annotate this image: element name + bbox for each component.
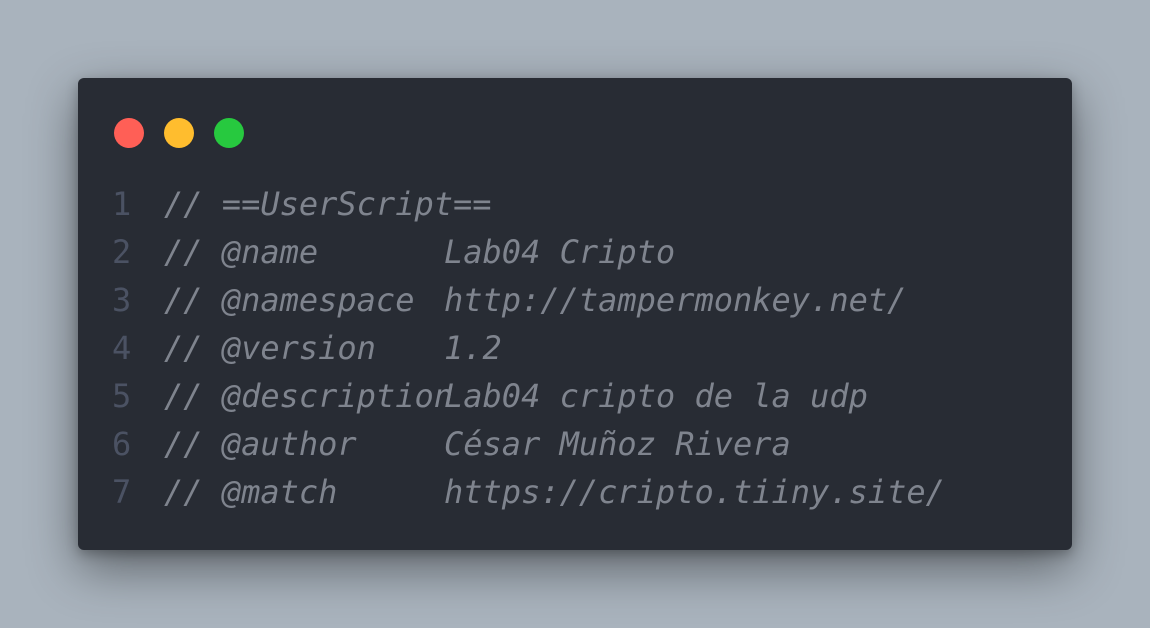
code-key: // @name bbox=[164, 233, 319, 271]
code-value: https://cripto.tiiny.site/ bbox=[444, 473, 945, 511]
code-value: http://tampermonkey.net/ bbox=[444, 281, 907, 319]
code-value: 1.2 bbox=[444, 329, 502, 367]
code-line: 6 // @author César Muñoz Rivera bbox=[112, 420, 945, 468]
minimize-button[interactable] bbox=[164, 118, 194, 148]
code-key: // @namespace bbox=[164, 281, 415, 319]
window-controls bbox=[114, 118, 244, 148]
code-key: // @description bbox=[164, 377, 453, 415]
code-value: Lab04 cripto de la udp bbox=[444, 377, 868, 415]
line-number: 4 bbox=[112, 329, 132, 367]
code-window: 1 // ==UserScript== 2 // @name Lab04 Cri… bbox=[78, 78, 1072, 550]
maximize-button[interactable] bbox=[214, 118, 244, 148]
code-value: Lab04 Cripto bbox=[444, 233, 676, 271]
code-key: // @author bbox=[164, 425, 357, 463]
line-number: 3 bbox=[112, 281, 132, 319]
line-number: 6 bbox=[112, 425, 132, 463]
code-key: // @match bbox=[164, 473, 338, 511]
code-line: 4 // @version 1.2 bbox=[112, 324, 945, 372]
code-line: 2 // @name Lab04 Cripto bbox=[112, 228, 945, 276]
line-number: 2 bbox=[112, 233, 132, 271]
code-line: 1 // ==UserScript== bbox=[112, 180, 945, 228]
line-number: 7 bbox=[112, 473, 132, 511]
line-number: 1 bbox=[112, 185, 132, 223]
code-block: 1 // ==UserScript== 2 // @name Lab04 Cri… bbox=[112, 180, 945, 516]
close-button[interactable] bbox=[114, 118, 144, 148]
code-value: César Muñoz Rivera bbox=[444, 425, 791, 463]
line-number: 5 bbox=[112, 377, 132, 415]
code-text: // ==UserScript== bbox=[164, 185, 492, 223]
code-line: 5 // @description Lab04 cripto de la udp bbox=[112, 372, 945, 420]
code-line: 7 // @match https://cripto.tiiny.site/ bbox=[112, 468, 945, 516]
code-key: // @version bbox=[164, 329, 376, 367]
code-line: 3 // @namespace http://tampermonkey.net/ bbox=[112, 276, 945, 324]
